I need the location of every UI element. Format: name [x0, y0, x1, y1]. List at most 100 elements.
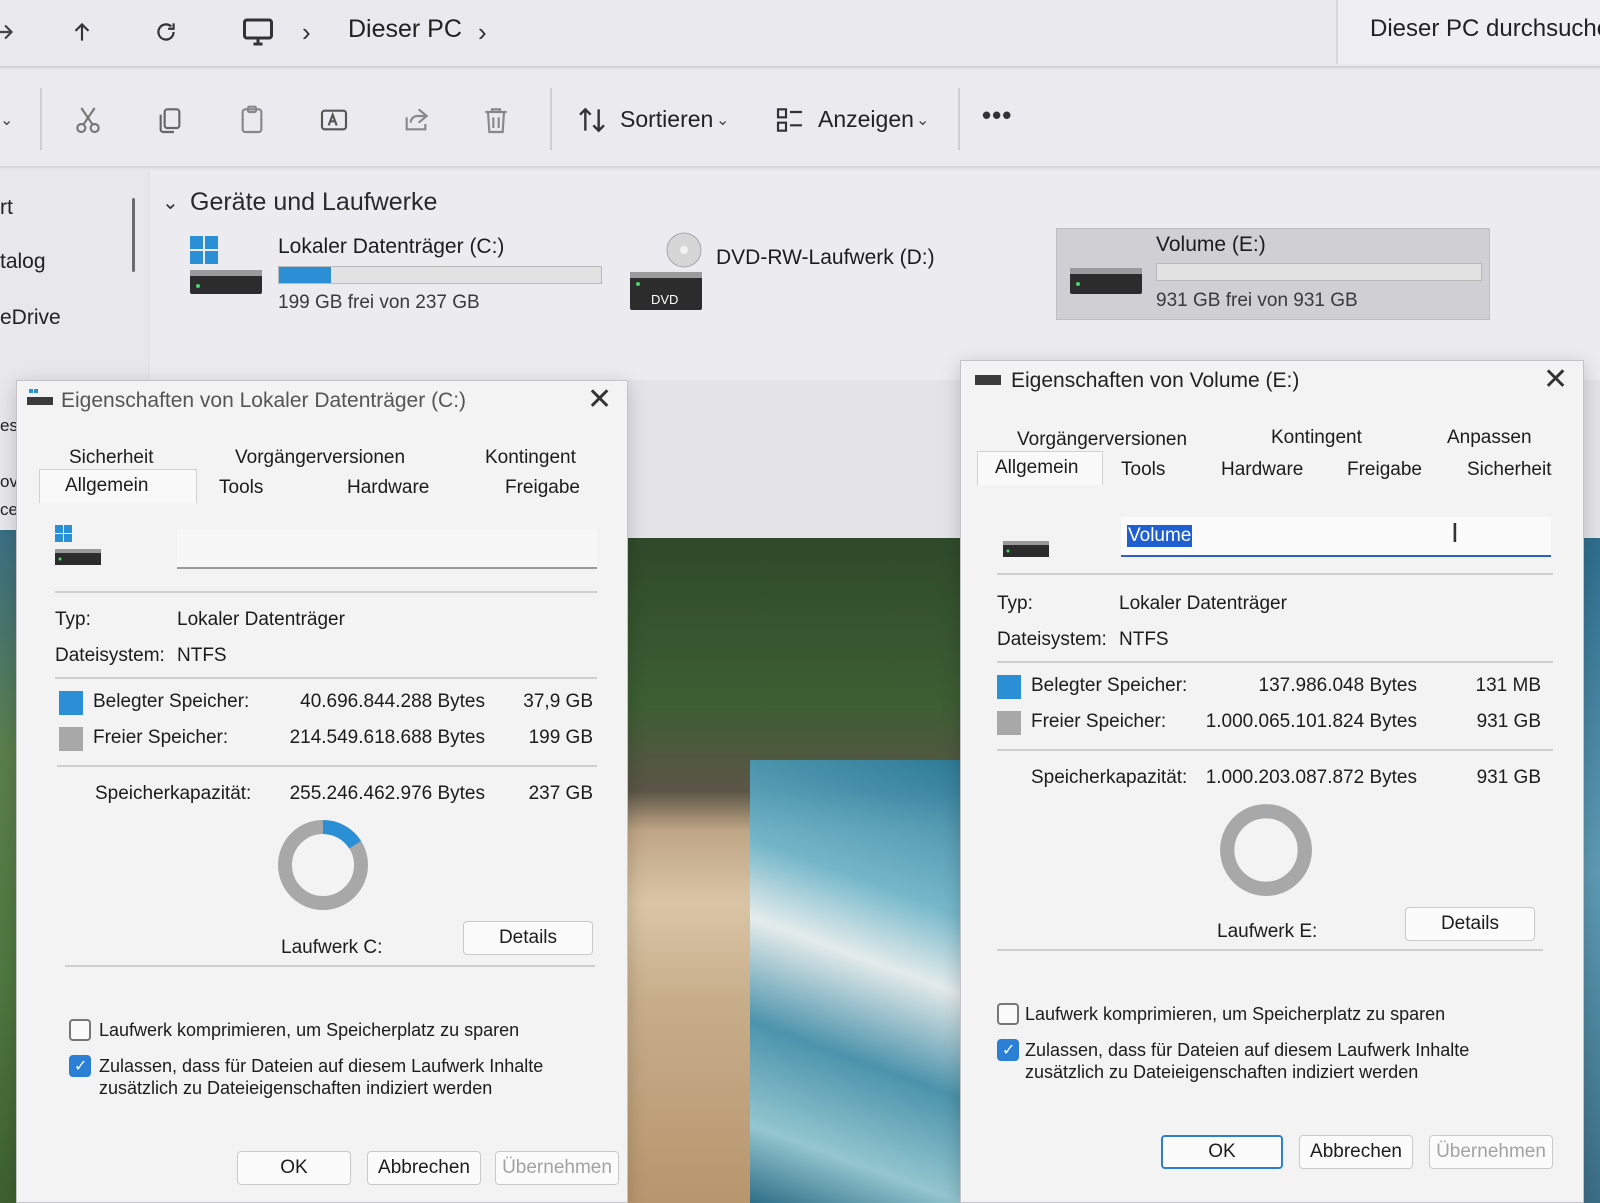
- group-heading[interactable]: Geräte und Laufwerke: [190, 188, 437, 217]
- breadcrumb-location[interactable]: Dieser PC: [348, 15, 462, 44]
- divider: [997, 661, 1553, 663]
- tab-kontingent[interactable]: Kontingent: [485, 447, 576, 469]
- capacity-size: 237 GB: [528, 783, 593, 804]
- cut-icon[interactable]: [68, 100, 108, 140]
- tab-hardware[interactable]: Hardware: [347, 477, 429, 499]
- sort-button[interactable]: Sortieren: [620, 106, 713, 133]
- type-label: Typ:: [55, 609, 91, 630]
- filesystem-label: Dateisystem:: [55, 645, 165, 666]
- free-size: 931 GB: [1476, 711, 1541, 732]
- tab-allgemein[interactable]: Allgemein: [995, 457, 1078, 479]
- paste-icon[interactable]: [232, 100, 272, 140]
- copy-icon[interactable]: [150, 100, 190, 140]
- dialog-title: Eigenschaften von Lokaler Datenträger (C…: [61, 389, 467, 412]
- view-button[interactable]: Anzeigen: [818, 106, 914, 133]
- refresh-icon[interactable]: [148, 14, 184, 50]
- tab-kontingent[interactable]: Kontingent: [1271, 427, 1362, 449]
- tab-sicherheit[interactable]: Sicherheit: [1467, 459, 1552, 481]
- close-icon[interactable]: ✕: [1543, 365, 1568, 395]
- compress-label: Laufwerk komprimieren, um Speicherplatz …: [99, 1020, 520, 1040]
- tab-sicherheit[interactable]: Sicherheit: [69, 447, 154, 469]
- close-icon[interactable]: ✕: [587, 385, 612, 415]
- sort-icon[interactable]: [572, 100, 612, 140]
- used-color-swatch: [997, 675, 1021, 699]
- volume-name-input[interactable]: [177, 529, 597, 569]
- tab-freigabe[interactable]: Freigabe: [505, 477, 580, 499]
- rename-icon[interactable]: [314, 100, 354, 140]
- tab-freigabe[interactable]: Freigabe: [1347, 459, 1422, 481]
- used-bytes: 40.696.844.288 Bytes: [300, 691, 485, 712]
- index-checkbox[interactable]: [69, 1055, 91, 1077]
- divider: [65, 965, 595, 967]
- capacity-bytes: 255.246.462.976 Bytes: [289, 783, 485, 804]
- chevron-down-icon[interactable]: ⌄: [716, 110, 729, 130]
- view-icon[interactable]: [770, 100, 810, 140]
- sidebar-item[interactable]: talog: [0, 250, 46, 274]
- free-ring: [1220, 804, 1312, 896]
- details-button[interactable]: Details: [1405, 907, 1535, 941]
- index-label-line2: zusätzlich zu Dateieigenschaften indizie…: [1025, 1062, 1419, 1082]
- sidebar-item-onedrive[interactable]: eDrive: [0, 306, 61, 330]
- free-bytes: 1.000.065.101.824 Bytes: [1205, 711, 1417, 732]
- ok-button[interactable]: OK: [1161, 1135, 1283, 1169]
- used-size: 131 MB: [1475, 675, 1541, 696]
- filesystem-label: Dateisystem:: [997, 629, 1107, 650]
- capacity-size: 931 GB: [1476, 767, 1541, 788]
- drive-label: Laufwerk C:: [281, 937, 383, 958]
- used-label: Belegter Speicher:: [93, 691, 250, 712]
- details-button[interactable]: Details: [463, 921, 593, 955]
- sidebar-item[interactable]: rt: [0, 196, 13, 220]
- sidebar-scrollbar[interactable]: [132, 198, 135, 272]
- share-icon[interactable]: [396, 100, 436, 140]
- apply-button[interactable]: Übernehmen: [1429, 1135, 1553, 1169]
- divider: [997, 749, 1553, 751]
- ok-button[interactable]: OK: [237, 1151, 351, 1185]
- divider: [550, 88, 552, 150]
- free-color-swatch: [997, 711, 1021, 735]
- properties-dialog-c: Eigenschaften von Lokaler Datenträger (C…: [16, 380, 628, 1203]
- command-bar: ⌄ Sortieren ⌄ Anzeigen ⌄ •••: [0, 70, 1600, 168]
- divider: [997, 573, 1553, 575]
- delete-icon[interactable]: [476, 100, 516, 140]
- volume-name-value: Volume: [1127, 525, 1193, 547]
- free-label: Freier Speicher:: [93, 727, 229, 748]
- more-options-button[interactable]: •••: [982, 100, 1012, 131]
- free-bytes: 214.549.618.688 Bytes: [289, 727, 485, 748]
- index-checkbox[interactable]: [997, 1039, 1019, 1061]
- chevron-right-icon[interactable]: ›: [478, 17, 487, 48]
- compress-checkbox[interactable]: [997, 1003, 1019, 1025]
- forward-icon[interactable]: [0, 14, 22, 50]
- volume-name-input[interactable]: Volume I: [1121, 517, 1551, 557]
- tab-hardware[interactable]: Hardware: [1221, 459, 1303, 481]
- drive-e-usage-bar: [1156, 263, 1482, 281]
- divider: [55, 591, 597, 593]
- tab-tools[interactable]: Tools: [219, 477, 263, 499]
- up-arrow-icon[interactable]: [64, 14, 100, 50]
- chevron-down-icon[interactable]: ⌄: [162, 190, 179, 215]
- apply-button[interactable]: Übernehmen: [495, 1151, 619, 1185]
- drive-d-name: DVD-RW-Laufwerk (D:): [716, 246, 935, 269]
- tab-tools[interactable]: Tools: [1121, 459, 1165, 481]
- chevron-down-icon[interactable]: ⌄: [916, 110, 929, 130]
- search-input[interactable]: Dieser PC durchsuche: [1336, 0, 1600, 64]
- windows-drive-icon: [55, 525, 101, 565]
- drive-e-name: Volume (E:): [1156, 233, 1266, 256]
- drive-label: Laufwerk E:: [1217, 921, 1318, 942]
- drive-icon: [1003, 541, 1049, 557]
- index-label-line2: zusätzlich zu Dateieigenschaften indizie…: [99, 1078, 493, 1098]
- index-label-line1: Zulassen, dass für Dateien auf diesem La…: [1025, 1040, 1470, 1060]
- chevron-down-icon[interactable]: ⌄: [0, 110, 13, 130]
- tab-anpassen[interactable]: Anpassen: [1447, 427, 1532, 449]
- tab-vorgaengerversionen[interactable]: Vorgängerversionen: [235, 447, 405, 469]
- compress-checkbox[interactable]: [69, 1019, 91, 1041]
- cancel-button[interactable]: Abbrechen: [1299, 1135, 1413, 1169]
- tab-vorgaengerversionen[interactable]: Vorgängerversionen: [1017, 429, 1187, 451]
- capacity-bytes: 1.000.203.087.872 Bytes: [1205, 767, 1417, 788]
- type-value: Lokaler Datenträger: [177, 609, 345, 630]
- cancel-button[interactable]: Abbrechen: [367, 1151, 481, 1185]
- used-label: Belegter Speicher:: [1031, 675, 1188, 696]
- usage-donut-chart: [278, 820, 368, 910]
- drive-icon: [975, 375, 1001, 385]
- tab-allgemein[interactable]: Allgemein: [65, 475, 148, 497]
- this-pc-icon[interactable]: [240, 14, 276, 50]
